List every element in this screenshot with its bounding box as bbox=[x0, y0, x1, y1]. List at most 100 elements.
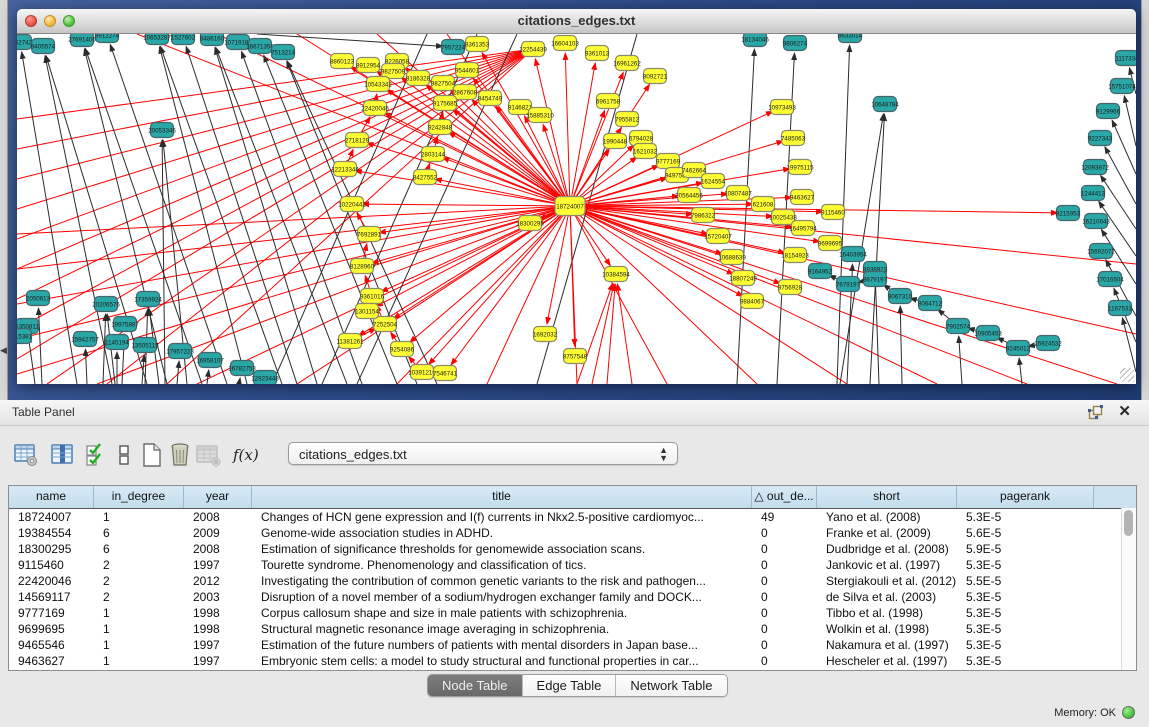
yellow-graph-node[interactable]: 9756928 bbox=[778, 280, 803, 295]
yellow-graph-node[interactable]: 9361016 bbox=[360, 289, 385, 304]
table-row[interactable]: 946362711997Embryonic stem cells: a mode… bbox=[9, 653, 1136, 669]
table-cell[interactable]: 0 bbox=[752, 621, 817, 637]
table-cell[interactable]: Estimation of the future numbers of pati… bbox=[252, 637, 752, 653]
yellow-graph-node[interactable]: 10973493 bbox=[768, 100, 796, 115]
yellow-graph-node[interactable]: 7692891 bbox=[357, 227, 382, 242]
teal-graph-node[interactable]: 8215953 bbox=[1056, 206, 1081, 221]
table-cell[interactable]: Stergiakouli et al. (2012) bbox=[817, 573, 957, 589]
yellow-graph-node[interactable]: 19975115 bbox=[786, 160, 814, 175]
yellow-graph-node[interactable]: 9884067 bbox=[740, 294, 765, 309]
teal-graph-node[interactable]: 20206576 bbox=[92, 297, 120, 312]
yellow-graph-node[interactable]: 18300295 bbox=[516, 216, 544, 231]
table-cell[interactable]: Nakamura et al. (1997) bbox=[817, 637, 957, 653]
teal-graph-node[interactable]: 17957223 bbox=[166, 344, 194, 359]
table-mode-icon[interactable] bbox=[14, 443, 38, 467]
table-cell[interactable]: 9777169 bbox=[9, 605, 94, 621]
yellow-graph-node[interactable]: 16495794 bbox=[789, 221, 817, 236]
yellow-graph-node[interactable]: 1624554 bbox=[701, 174, 726, 189]
teal-graph-node[interactable]: 9806274 bbox=[783, 36, 808, 51]
float-panel-icon[interactable] bbox=[1088, 405, 1103, 420]
table-row[interactable]: 1830029562008Estimation of significance … bbox=[9, 541, 1136, 557]
yellow-graph-node[interactable]: 18154923 bbox=[781, 248, 809, 263]
new-column-icon[interactable] bbox=[140, 443, 164, 467]
table-cell[interactable]: 0 bbox=[752, 589, 817, 605]
table-cell[interactable]: 5.9E-5 bbox=[957, 541, 1094, 557]
yellow-graph-node[interactable]: 10688639 bbox=[718, 250, 746, 265]
teal-graph-node[interactable]: 15692071 bbox=[1087, 244, 1115, 259]
column-header-in-degree[interactable]: in_degree bbox=[94, 486, 184, 508]
teal-graph-node[interactable]: 16958107 bbox=[196, 353, 224, 368]
table-cell[interactable]: 14569117 bbox=[9, 589, 94, 605]
yellow-graph-node[interactable]: 8092721 bbox=[643, 69, 668, 84]
table-cell[interactable]: 2 bbox=[94, 573, 184, 589]
function-builder-icon[interactable]: f(x) bbox=[233, 446, 257, 470]
table-cell[interactable]: Franke et al. (2009) bbox=[817, 525, 957, 541]
table-cell[interactable]: 1997 bbox=[184, 557, 252, 573]
table-cell[interactable]: 1998 bbox=[184, 605, 252, 621]
teal-graph-node[interactable]: 10905453 bbox=[974, 326, 1002, 341]
yellow-graph-node[interactable]: 9463627 bbox=[790, 190, 815, 205]
yellow-graph-node[interactable]: 15720407 bbox=[704, 229, 732, 244]
yellow-graph-node[interactable]: 12254439 bbox=[519, 42, 547, 57]
teal-graph-node[interactable]: 16210643 bbox=[1082, 214, 1110, 229]
row-selection-icon[interactable] bbox=[85, 443, 109, 467]
table-cell[interactable]: Genome-wide association studies in ADHD. bbox=[252, 525, 752, 541]
yellow-graph-node[interactable]: 7485063 bbox=[781, 131, 806, 146]
table-cell[interactable]: 18300295 bbox=[9, 541, 94, 557]
yellow-graph-node[interactable]: 7986322 bbox=[691, 208, 716, 223]
yellow-graph-node[interactable]: 9699695 bbox=[818, 236, 843, 251]
table-cell[interactable]: 0 bbox=[752, 605, 817, 621]
table-cell[interactable]: 0 bbox=[752, 653, 817, 669]
yellow-graph-node[interactable]: 1621032 bbox=[633, 144, 658, 159]
teal-graph-node[interactable]: 27691406 bbox=[68, 34, 96, 47]
tab-node-table[interactable]: Node Table bbox=[428, 675, 523, 696]
table-selector-dropdown[interactable]: citations_edges.txt ▲▼ bbox=[288, 442, 678, 465]
table-cell[interactable]: 2 bbox=[94, 589, 184, 605]
yellow-graph-node[interactable]: 10807487 bbox=[724, 186, 752, 201]
yellow-graph-node[interactable]: 8186328 bbox=[406, 71, 431, 86]
yellow-graph-node[interactable]: 8860123 bbox=[330, 54, 355, 69]
column-header-name[interactable]: name bbox=[9, 486, 94, 508]
table-cell[interactable]: 2 bbox=[94, 557, 184, 573]
yellow-graph-node[interactable]: 2803144 bbox=[421, 147, 446, 162]
yellow-graph-node[interactable]: 16604103 bbox=[551, 36, 579, 51]
table-scrollbar[interactable] bbox=[1121, 508, 1136, 670]
teal-graph-node[interactable]: 1145194 bbox=[105, 335, 129, 350]
table-scrollbar-thumb[interactable] bbox=[1124, 510, 1133, 536]
tab-edge-table[interactable]: Edge Table bbox=[523, 675, 617, 696]
table-row[interactable]: 946554611997Estimation of the future num… bbox=[9, 637, 1136, 653]
table-cell[interactable]: de Silva et al. (2003) bbox=[817, 589, 957, 605]
column-header-out-de-[interactable]: △ out_de... bbox=[752, 486, 817, 508]
table-cell[interactable]: 0 bbox=[752, 573, 817, 589]
teal-graph-node[interactable]: 8912274 bbox=[95, 34, 120, 43]
yellow-graph-node[interactable]: 9777169 bbox=[656, 154, 681, 169]
yellow-graph-node[interactable]: 10384594 bbox=[602, 267, 630, 282]
yellow-graph-node[interactable]: 9242848 bbox=[428, 120, 453, 135]
table-cell[interactable]: 18724007 bbox=[9, 509, 94, 525]
table-cell[interactable]: Investigating the contribution of common… bbox=[252, 573, 752, 589]
teal-graph-node[interactable]: 9405574 bbox=[31, 39, 56, 54]
table-cell[interactable]: 9115460 bbox=[9, 557, 94, 573]
table-cell[interactable]: 1 bbox=[94, 621, 184, 637]
yellow-graph-node[interactable]: 9115460 bbox=[821, 205, 845, 220]
yellow-graph-node[interactable]: 22420046 bbox=[361, 101, 389, 116]
teal-graph-node[interactable]: 7902574 bbox=[946, 319, 971, 334]
column-header-title[interactable]: title bbox=[252, 486, 752, 508]
yellow-graph-node[interactable]: 2867608 bbox=[453, 85, 478, 100]
left-panel-strip[interactable]: ◀ bbox=[0, 0, 8, 400]
teal-graph-node[interactable]: 2050613 bbox=[26, 291, 51, 306]
yellow-graph-node[interactable]: 8128960 bbox=[350, 259, 375, 274]
close-panel-icon[interactable]: ✕ bbox=[1118, 403, 1131, 420]
table-cell[interactable]: 6 bbox=[94, 541, 184, 557]
table-cell[interactable]: Jankovic et al. (1997) bbox=[817, 557, 957, 573]
teal-graph-node[interactable]: 19975887 bbox=[111, 317, 139, 332]
table-cell[interactable]: Embryonic stem cells: a model to study s… bbox=[252, 653, 752, 669]
teal-graph-node[interactable]: 16924532 bbox=[1034, 336, 1062, 351]
yellow-graph-node[interactable]: 8757548 bbox=[563, 349, 588, 364]
table-cell[interactable]: 1 bbox=[94, 605, 184, 621]
teal-graph-node[interactable]: 8486160 bbox=[200, 34, 225, 46]
table-cell[interactable]: 2008 bbox=[184, 509, 252, 525]
teal-graph-node[interactable]: 1244413 bbox=[1081, 186, 1106, 201]
yellow-graph-node[interactable]: 1990448 bbox=[603, 134, 628, 149]
table-cell[interactable]: 5.3E-5 bbox=[957, 653, 1094, 669]
